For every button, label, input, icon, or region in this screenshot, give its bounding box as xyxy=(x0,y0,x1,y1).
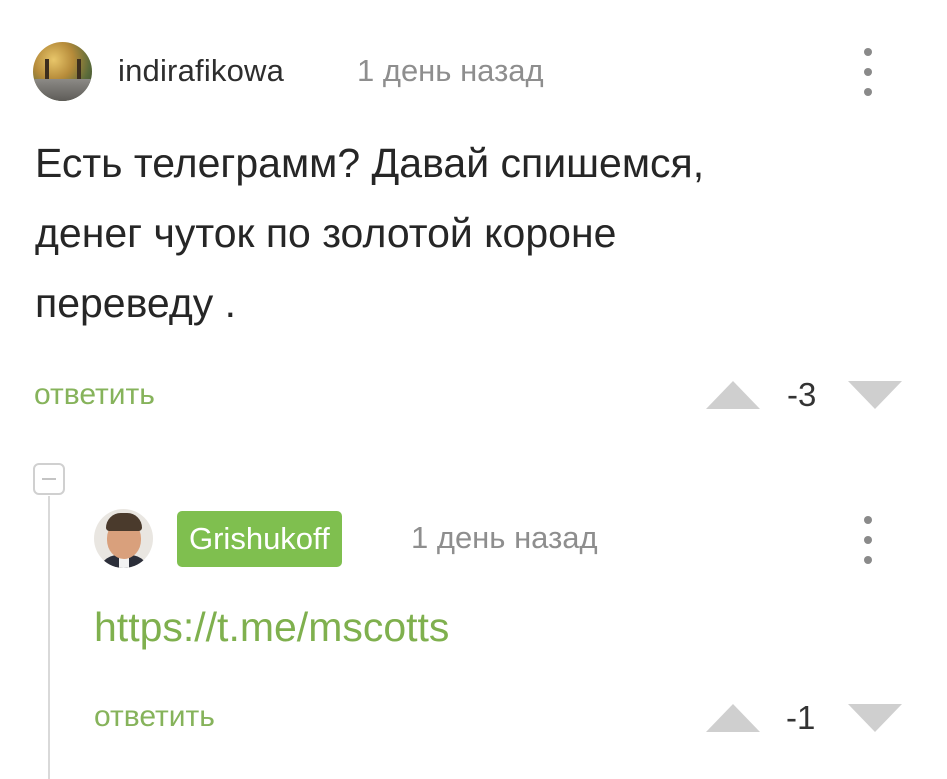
user-avatar[interactable] xyxy=(94,509,153,568)
thread-line[interactable] xyxy=(48,496,50,779)
reply-button[interactable]: ответить xyxy=(94,700,215,734)
comment-author[interactable]: indirafikowa xyxy=(118,53,284,89)
comment-score: -1 xyxy=(786,699,816,736)
comment-body-line: Есть телеграмм? Давай спишемся, xyxy=(35,140,705,186)
upvote-icon[interactable] xyxy=(706,381,760,409)
downvote-icon[interactable] xyxy=(848,381,902,409)
collapse-thread-icon[interactable] xyxy=(33,463,65,495)
comment-timestamp: 1 день назад xyxy=(411,520,598,555)
more-options-icon[interactable] xyxy=(858,514,878,566)
downvote-icon[interactable] xyxy=(848,704,902,732)
comment-timestamp: 1 день назад xyxy=(357,53,544,88)
comment-body-line: денег чуток по золотой короне xyxy=(35,210,617,256)
comment-score: -3 xyxy=(787,376,817,413)
comment-body-line: переведу . xyxy=(35,280,237,326)
user-avatar[interactable] xyxy=(33,42,92,101)
comment-link[interactable]: https://t.me/mscotts xyxy=(94,604,449,651)
comment-author-badge[interactable]: Grishukoff xyxy=(177,511,342,567)
more-options-icon[interactable] xyxy=(858,46,878,98)
comment-body: Есть телеграмм? Давай спишемся, денег чу… xyxy=(35,128,915,338)
reply-button[interactable]: ответить xyxy=(34,378,155,412)
upvote-icon[interactable] xyxy=(706,704,760,732)
